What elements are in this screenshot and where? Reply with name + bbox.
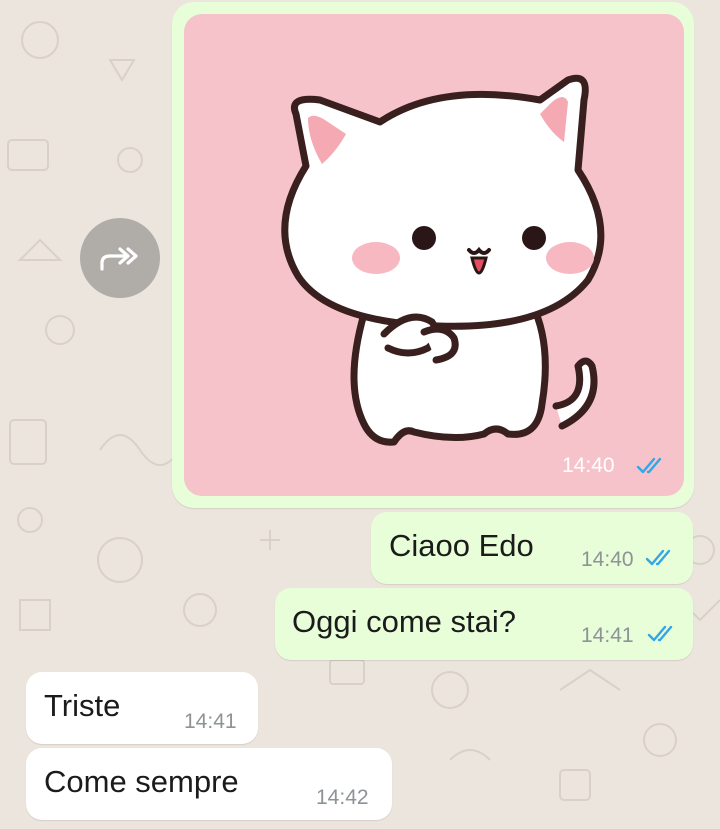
message-text: Come sempre: [44, 764, 239, 799]
message-time: 14:41: [581, 624, 634, 647]
message-time: 14:41: [184, 710, 237, 733]
message-text: Oggi come stai?: [292, 604, 516, 639]
forward-button[interactable]: [80, 218, 160, 298]
incoming-message-bubble[interactable]: Triste 14:41: [26, 672, 258, 744]
cat-sticker-illustration: [281, 74, 605, 446]
double-check-icon: [636, 457, 662, 474]
outgoing-message-bubble[interactable]: Ciaoo Edo 14:40: [371, 512, 693, 584]
message-text: Ciaoo Edo: [389, 528, 534, 563]
message-time: 14:40: [562, 454, 615, 477]
outgoing-message-bubble[interactable]: Oggi come stai? 14:41: [275, 588, 693, 660]
incoming-message-bubble[interactable]: Come sempre 14:42: [26, 748, 392, 820]
double-check-icon: [647, 625, 673, 642]
double-check-icon: [645, 549, 671, 566]
message-text: Triste: [44, 688, 121, 723]
chat-thread: 14:40 Ciaoo Edo 14:40 Oggi come stai? 14…: [0, 0, 720, 829]
white-cat-sticker[interactable]: [184, 14, 684, 496]
message-time: 14:40: [581, 548, 634, 571]
forward-icon: [100, 247, 138, 271]
message-time: 14:42: [316, 786, 369, 809]
